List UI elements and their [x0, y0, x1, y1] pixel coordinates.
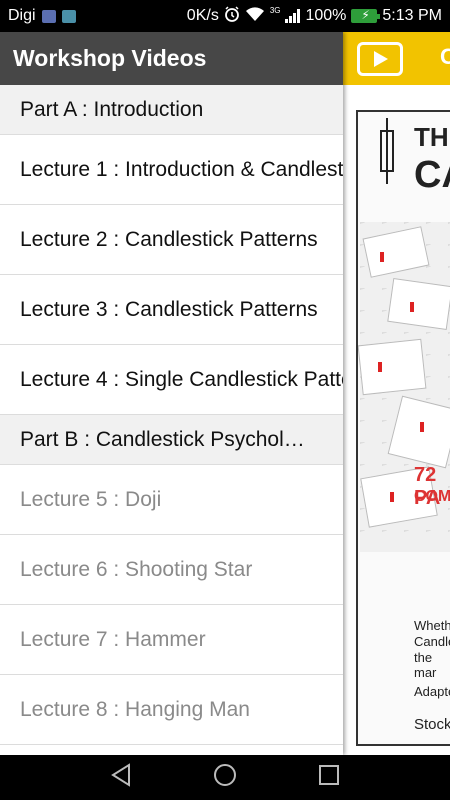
- list-item-lecture-2[interactable]: Lecture 2 : Candlestick Patterns: [0, 205, 343, 275]
- navigation-drawer: Workshop Videos Part A : Introduction Le…: [0, 32, 343, 755]
- list-item-lecture-1[interactable]: Lecture 1 : Introduction & Candlestick: [0, 135, 343, 205]
- book-subtitle-2: COMPL: [414, 488, 450, 505]
- list-item-lecture-7[interactable]: Lecture 7 : Hammer: [0, 605, 343, 675]
- status-bar: Digi 0K/s 3G 100% ⚡ 5:13 PM: [0, 0, 450, 32]
- section-header-part-a: Part A : Introduction: [0, 85, 343, 135]
- book-text-1: Whethe: [414, 618, 450, 633]
- book-text-3: the mar: [414, 650, 437, 680]
- signal-icon: [285, 9, 301, 23]
- toolbar-title-fragment: C: [440, 44, 450, 69]
- list-item-lecture-4[interactable]: Lecture 4 : Single Candlestick Patterns: [0, 345, 343, 415]
- book-text-4: Adapted: [414, 684, 450, 699]
- list-item-lecture-3[interactable]: Lecture 3 : Candlestick Patterns: [0, 275, 343, 345]
- alarm-icon: [224, 5, 240, 27]
- gallery-icon: [61, 9, 76, 23]
- play-icon[interactable]: [357, 42, 403, 76]
- status-left: Digi: [8, 7, 76, 25]
- list-item-lecture-6[interactable]: Lecture 6 : Shooting Star: [0, 535, 343, 605]
- book-text-5: Stocks: [414, 716, 450, 733]
- drawer-title: Workshop Videos: [0, 32, 343, 85]
- candlestick-graphic: [380, 118, 394, 184]
- list-item-lecture-5[interactable]: Lecture 5 : Doji: [0, 465, 343, 535]
- list-item-lecture-8[interactable]: Lecture 8 : Hanging Man: [0, 675, 343, 745]
- book-title-line2: CA: [414, 154, 450, 196]
- navigation-bar: [0, 755, 450, 800]
- network-type: 3G: [269, 5, 281, 15]
- status-right: 0K/s 3G 100% ⚡ 5:13 PM: [187, 6, 442, 27]
- battery-icon: ⚡: [351, 8, 381, 23]
- notification-icon: [41, 9, 56, 23]
- back-triangle-icon[interactable]: [110, 763, 132, 792]
- wifi-icon: [245, 6, 265, 27]
- book-text-2: Candles: [414, 634, 450, 649]
- book-cover-image: THE CA 72 PA COMPL Whethe Candles the ma…: [356, 110, 450, 746]
- clock: 5:13 PM: [382, 7, 442, 24]
- carrier-label: Digi: [8, 7, 36, 24]
- section-header-part-b: Part B : Candlestick Psychol…: [0, 415, 343, 465]
- book-title-line1: THE: [414, 122, 450, 152]
- battery-percent: 100%: [305, 7, 347, 24]
- recent-square-icon[interactable]: [318, 764, 340, 791]
- network-speed: 0K/s: [186, 7, 219, 24]
- home-circle-icon[interactable]: [213, 763, 237, 792]
